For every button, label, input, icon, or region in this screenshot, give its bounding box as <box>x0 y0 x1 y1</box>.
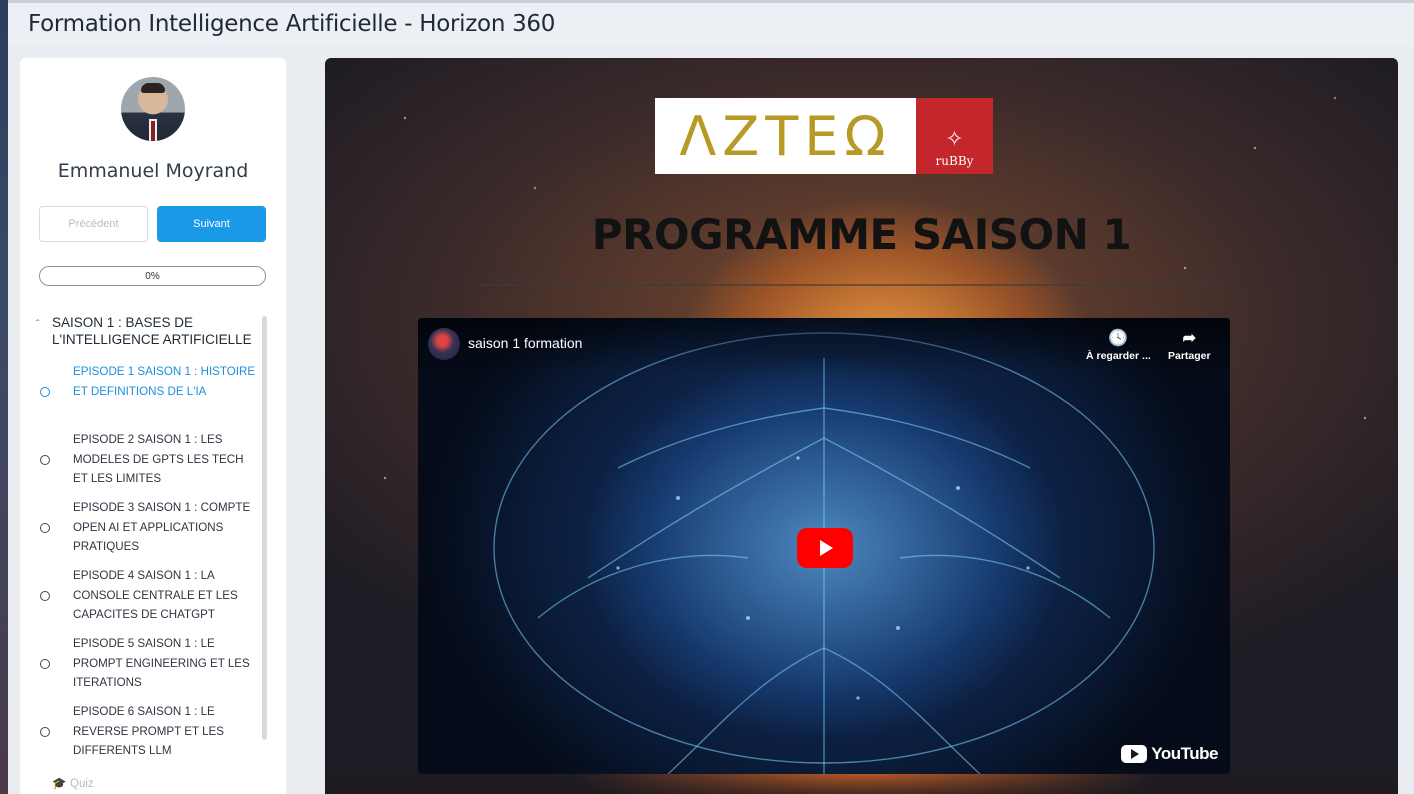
circle-icon <box>40 659 50 669</box>
play-icon <box>820 540 833 556</box>
heading-divider <box>480 284 1222 286</box>
youtube-video-embed[interactable]: saison 1 formation 🕓 À regarder ... ➦ Pa… <box>418 318 1230 774</box>
progress-bar: 0% <box>39 266 266 286</box>
quiz-label: Quiz <box>70 778 94 790</box>
circle-icon <box>40 591 50 601</box>
azteo-logo: ΛZTEΩ ✧ ruBBy <box>655 98 993 174</box>
play-button[interactable] <box>797 528 853 568</box>
program-heading: PROGRAMME SAISON 1 <box>591 210 1132 259</box>
watch-later-label: À regarder ... <box>1086 350 1151 362</box>
next-button[interactable]: Suivant <box>157 206 266 242</box>
sidebar-scrollbar[interactable] <box>262 316 267 740</box>
bottom-fade <box>325 768 1398 794</box>
user-name: Emmanuel Moyrand <box>57 160 249 182</box>
share-label: Partager <box>1168 350 1211 362</box>
section-header-saison-1[interactable]: ˆ SAISON 1 : BASES DE L'INTELLIGENCE ART… <box>36 314 266 348</box>
lesson-content: ΛZTEΩ ✧ ruBBy PROGRAMME SAISON 1 saison … <box>325 58 1398 794</box>
episode-item-3[interactable]: EPISODE 3 SAISON 1 : COMPTE OPEN AI ET A… <box>40 498 260 557</box>
quiz-item[interactable]: 🎓 Quiz <box>52 776 94 790</box>
graduation-cap-icon: 🎓 <box>52 778 67 790</box>
chevron-up-icon: ˆ <box>36 319 40 330</box>
clock-icon: 🕓 <box>1108 330 1129 347</box>
avatar <box>121 77 185 141</box>
episode-label: EPISODE 1 SAISON 1 : HISTOIRE ET DEFINIT… <box>73 365 256 398</box>
azteo-wordmark: ΛZTEΩ <box>655 98 916 174</box>
youtube-label: YouTube <box>1151 744 1218 763</box>
previous-button[interactable]: Précédent <box>39 206 148 242</box>
episode-item-5[interactable]: EPISODE 5 SAISON 1 : LE PROMPT ENGINEERI… <box>40 634 260 693</box>
circle-icon <box>40 455 50 465</box>
origami-bird-icon: ✧ <box>945 127 964 152</box>
video-title[interactable]: saison 1 formation <box>468 335 582 351</box>
episode-item-1[interactable]: EPISODE 1 SAISON 1 : HISTOIRE ET DEFINIT… <box>40 362 260 401</box>
section-title: SAISON 1 : BASES DE L'INTELLIGENCE ARTIF… <box>52 315 252 347</box>
window-left-edge <box>0 0 8 794</box>
youtube-play-icon <box>1121 745 1148 763</box>
course-navigation: ˆ SAISON 1 : BASES DE L'INTELLIGENCE ART… <box>20 314 268 794</box>
episode-item-4[interactable]: EPISODE 4 SAISON 1 : LA CONSOLE CENTRALE… <box>40 566 260 625</box>
watch-later-button[interactable]: 🕓 À regarder ... <box>1086 328 1151 362</box>
course-sidebar: Emmanuel Moyrand Précédent Suivant 0% ˆ … <box>20 58 286 794</box>
share-button[interactable]: ➦ Partager <box>1168 328 1211 362</box>
episode-item-6[interactable]: EPISODE 6 SAISON 1 : LE REVERSE PROMPT E… <box>40 702 260 761</box>
share-arrow-icon: ➦ <box>1182 330 1196 347</box>
episode-label: EPISODE 5 SAISON 1 : LE PROMPT ENGINEERI… <box>73 637 250 689</box>
episode-label: EPISODE 2 SAISON 1 : LES MODELES DE GPTS… <box>73 433 244 485</box>
rubby-badge: ✧ ruBBy <box>916 98 993 174</box>
page-title: Formation Intelligence Artificielle - Ho… <box>28 11 556 37</box>
circle-icon <box>40 727 50 737</box>
episode-label: EPISODE 3 SAISON 1 : COMPTE OPEN AI ET A… <box>73 501 251 553</box>
episode-item-2[interactable]: EPISODE 2 SAISON 1 : LES MODELES DE GPTS… <box>40 430 260 489</box>
progress-label: 0% <box>145 270 160 282</box>
top-bar: Formation Intelligence Artificielle - Ho… <box>8 0 1414 46</box>
rubby-label: ruBBy <box>935 154 974 168</box>
circle-icon <box>40 523 50 533</box>
circle-icon <box>40 387 50 397</box>
channel-avatar[interactable] <box>428 328 460 360</box>
episode-label: EPISODE 4 SAISON 1 : LA CONSOLE CENTRALE… <box>73 569 238 621</box>
episode-label: EPISODE 6 SAISON 1 : LE REVERSE PROMPT E… <box>73 705 224 757</box>
youtube-logo[interactable]: YouTube <box>1121 744 1218 764</box>
